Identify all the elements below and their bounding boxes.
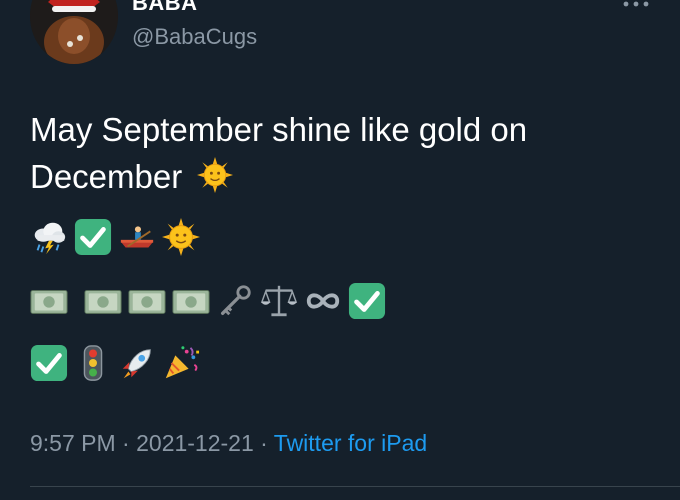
infinity-icon: [304, 282, 342, 320]
euro-banknote-icon: [30, 282, 68, 320]
more-options-icon[interactable]: [618, 0, 654, 14]
vertical-traffic-light-icon: [74, 344, 112, 382]
tweet-time[interactable]: 9:57 PM: [30, 430, 116, 456]
divider: [30, 486, 680, 487]
emoji-row-3: [30, 344, 200, 382]
handle[interactable]: @BabaCugs: [132, 24, 257, 50]
tweet-text-line-2-word: December: [30, 158, 183, 195]
rocket-icon: [118, 344, 156, 382]
tweet-text-line-1: May September shine like gold on: [30, 111, 528, 148]
pound-banknote-icon: [172, 282, 210, 320]
sun-with-face-icon: [197, 157, 233, 193]
check-mark-button-icon: [74, 218, 112, 256]
party-popper-icon: [162, 344, 200, 382]
sun-with-face-icon: [162, 218, 200, 256]
cloud-with-lightning-and-rain-icon: [30, 218, 68, 256]
tweet-source-link[interactable]: Twitter for iPad: [274, 430, 427, 456]
tweet-text-line-2: December: [30, 153, 650, 200]
avatar[interactable]: [30, 0, 118, 64]
yen-banknote-icon: [128, 282, 166, 320]
tweet-text: May September shine like gold on Decembe…: [30, 106, 650, 200]
person-rowing-boat-icon: [118, 218, 156, 256]
check-mark-button-icon: [30, 344, 68, 382]
balance-scale-icon: [260, 282, 298, 320]
old-key-icon: [216, 282, 254, 320]
check-mark-button-icon: [348, 282, 386, 320]
tweet-date[interactable]: 2021-12-21: [136, 430, 254, 456]
emoji-row-1: [30, 218, 200, 256]
display-name[interactable]: BABA: [132, 0, 198, 16]
dollar-banknote-icon: [84, 282, 122, 320]
meta-separator: ·: [253, 430, 274, 456]
meta-separator: ·: [115, 430, 137, 456]
emoji-row-2: [30, 282, 386, 320]
tweet-meta: 9:57 PM · 2021-12-21 · Twitter for iPad: [30, 430, 427, 457]
